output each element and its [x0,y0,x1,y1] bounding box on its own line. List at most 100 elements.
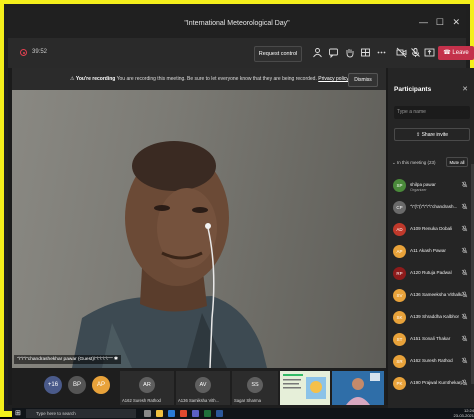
dismiss-button[interactable]: Dismiss [348,73,378,87]
recording-banner: ⚠ You're recording You are recording thi… [12,68,386,90]
breakout-rooms-icon[interactable] [360,47,371,58]
participant-name: A139 Shraddha Kalbhor [410,314,460,319]
participant-tile[interactable]: AR A162 Suresh Rathod [120,371,174,405]
participants-icon[interactable] [312,47,323,58]
participant-name: A120 Rutuja Padwal [410,270,452,275]
participant-avatar: AD [393,223,406,236]
microphone-muted-icon[interactable] [461,313,468,322]
microphone-muted-icon[interactable] [461,379,468,388]
share-tray-icon[interactable] [424,47,435,58]
share-invite-label: Share invite [421,132,448,138]
participant-row[interactable]: AD A109 Renuka Dobali [392,220,472,242]
close-panel-icon[interactable]: ✕ [462,85,468,93]
in-meeting-count: In this meeting (23) [397,160,436,165]
title-bar: "International Meteorological Day" — ☐ ✕ [8,8,466,38]
participant-name: A151 Sonali Thakar [410,336,451,341]
participant-name: A190 Prajwal Kumthekarpatil [410,380,462,385]
participant-avatar: PK [393,377,406,390]
maximize-button[interactable]: ☐ [436,17,444,28]
participant-avatar: RP [393,267,406,280]
taskbar-search-label: Type here to search [36,411,76,416]
speaker-nameplate: "\"\"\"chandrashekhar pawar (Guest)\"\"\… [14,355,121,364]
minimize-button[interactable]: — [419,17,428,27]
avatar[interactable]: AP [92,376,110,394]
file-explorer-icon[interactable] [156,410,163,417]
pin-icon[interactable]: ✱ [114,357,118,362]
participant-row[interactable]: RP A120 Rutuja Padwal [392,264,472,286]
tile-name: A162 Suresh Rathod [122,398,161,403]
participant-tile[interactable]: SS Sagar Sharma [232,371,278,405]
screenshot-frame: "International Meteorological Day" — ☐ ✕… [0,0,474,419]
word-icon[interactable] [216,410,223,417]
microphone-muted-icon[interactable] [461,357,468,366]
participant-row[interactable]: AP A11 Akash Pawar [392,242,472,264]
participant-row[interactable]: SV A136 Sameeksha Vithalkar [392,286,472,308]
raise-hand-icon[interactable] [344,47,355,58]
microphone-muted-icon[interactable] [461,247,468,256]
close-window-button[interactable]: ✕ [452,17,460,28]
leave-button[interactable]: ☎ Leave [438,46,474,60]
microphone-muted-icon[interactable] [461,269,468,278]
microphone-muted-icon[interactable] [461,225,468,234]
tile-name: A136 Samiksha Vith... [178,398,220,403]
task-view-icon[interactable] [144,410,151,417]
microphone-muted-icon[interactable] [461,181,468,190]
privacy-policy-link[interactable]: Privacy policy [318,76,349,82]
microphone-muted-icon[interactable] [410,47,421,58]
participant-strip: +16 BP AP AR A162 Suresh Rathod AV A136 … [12,368,386,408]
avatar[interactable]: BP [68,376,86,394]
camera-off-icon[interactable] [396,47,407,58]
participant-video [332,371,384,405]
microphone-muted-icon[interactable] [461,335,468,344]
participant-name: shilpa pawar [410,182,436,187]
participant-row[interactable]: SP shilpa pawar Organizer [392,176,472,198]
tile-avatar: AV [195,377,211,393]
leave-label: Leave [452,50,469,56]
windows-taskbar: ⊞ Type here to search 12:24 23-03-2021 [12,408,474,419]
participant-search-input[interactable]: Type a name [394,106,470,119]
participant-avatar: SP [393,179,406,192]
shared-screen-thumbnail[interactable] [280,371,330,405]
microphone-muted-icon[interactable] [461,203,468,212]
participant-tile[interactable]: AV A136 Samiksha Vith... [176,371,230,405]
clock-date: 23-03-2021 [453,413,474,418]
participant-avatar: AP [393,245,406,258]
excel-icon[interactable] [204,410,211,417]
participant-row[interactable]: SK A139 Shraddha Kalbhor [392,308,472,330]
chat-icon[interactable] [328,47,339,59]
chrome-icon[interactable] [180,410,187,417]
participant-avatar: CP [393,201,406,214]
microphone-muted-icon[interactable] [461,291,468,300]
participant-name: A162 Suresh Rathod [410,358,453,363]
more-options-icon[interactable] [376,47,387,58]
speaker-name: "\"\"\"chandrashekhar pawar (Guest)\"\"\… [17,357,113,362]
edge-icon[interactable] [168,410,175,417]
teams-window: "International Meteorological Day" — ☐ ✕… [8,8,474,419]
participant-avatar: ST [393,333,406,346]
participant-name: "\"(\"(\"\"\"\"chandrash... [410,204,458,209]
participant-name: A136 Sameeksha Vithalkar [410,292,462,297]
participant-avatar: SR [393,355,406,368]
request-control-button[interactable]: Request control [254,46,302,62]
meeting-timer: 39:52 [32,49,48,55]
window-title: "International Meteorological Day" [184,20,290,27]
windows-start-icon[interactable]: ⊞ [15,410,22,417]
participant-video-tile[interactable] [332,371,384,405]
tile-avatar: AR [139,377,155,393]
participant-role: Organizer [410,188,427,192]
tile-avatar: SS [247,377,263,393]
participant-row[interactable]: ST A151 Sonali Thakar [392,330,472,352]
participant-row[interactable]: CP "\"(\"(\"\"\"\"chandrash... [392,198,472,220]
share-invite-button[interactable]: ⇪ Share invite [394,128,470,141]
overflow-participants-badge[interactable]: +16 [44,376,62,394]
mute-all-button[interactable]: Mute all [446,157,468,167]
participant-row[interactable]: PK A190 Prajwal Kumthekarpatil [392,374,472,396]
participant-name: A11 Akash Pawar [410,248,446,253]
speaker-video-frame [72,141,267,368]
recording-banner-message: You are recording this meeting. Be sure … [116,76,317,82]
in-meeting-section-header[interactable]: ⌄ In this meeting (23) [392,160,436,166]
recording-banner-text: ⚠ You're recording You are recording thi… [70,76,349,82]
slide-thumbnail [280,371,330,405]
teams-icon[interactable] [192,410,199,417]
participant-row[interactable]: SR A162 Suresh Rathod [392,352,472,374]
